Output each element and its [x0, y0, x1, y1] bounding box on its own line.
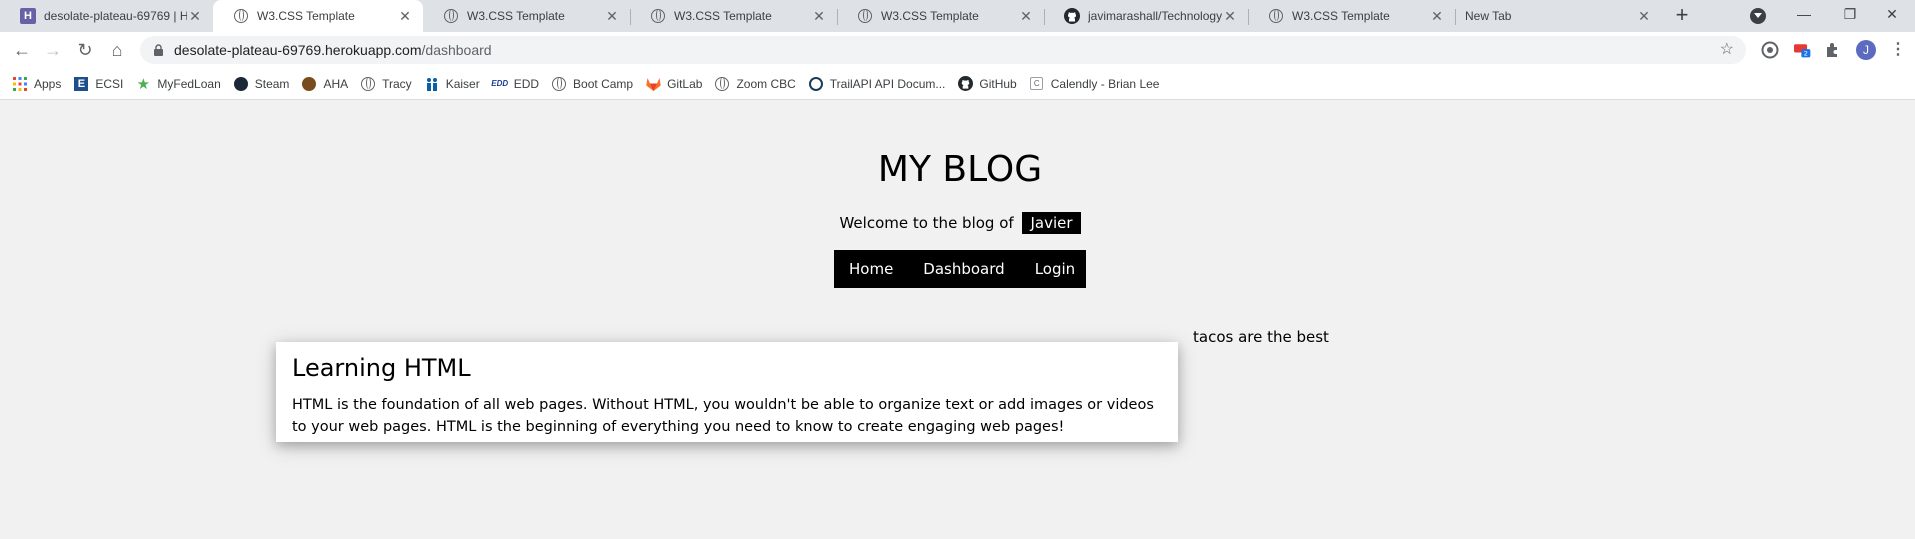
kaiser-icon [424, 76, 440, 92]
tab-title: desolate-plateau-69769 | H [44, 9, 187, 23]
globe-icon [714, 76, 730, 92]
bookmark-tracy[interactable]: Tracy [360, 76, 412, 92]
bookmark-github[interactable]: GitHub [957, 76, 1017, 92]
tab-search-button[interactable] [1750, 8, 1766, 24]
post-body: HTML is the foundation of all web pages.… [292, 397, 1154, 435]
site-nav: Home Dashboard Login [834, 250, 1086, 288]
tab-title: W3.CSS Template [1292, 9, 1390, 23]
globe-icon [443, 8, 459, 24]
tab-w3css[interactable]: W3.CSS Template ✕ [630, 0, 837, 32]
sidebar-note: tacos are the best [1193, 328, 1329, 346]
blog-post-card: Learning HTML HTML is the foundation of … [276, 342, 1178, 442]
bookmark-star-icon[interactable]: ☆ [1720, 36, 1734, 64]
close-icon[interactable]: ✕ [811, 8, 827, 24]
tab-w3css[interactable]: W3.CSS Template ✕ [423, 0, 630, 32]
nav-home[interactable]: Home [834, 250, 908, 288]
nav-login[interactable]: Login [1020, 250, 1090, 288]
bookmark-gitlab[interactable]: GitLab [645, 76, 702, 92]
welcome-line: Welcome to the blog of Javier [0, 212, 1915, 234]
tab-strip: H desolate-plateau-69769 | H ✕ W3.CSS Te… [0, 0, 1915, 32]
aha-icon [301, 76, 317, 92]
tab-title: javimarashall/Technology- [1088, 9, 1222, 23]
heroku-icon: H [20, 8, 36, 24]
globe-icon [1268, 8, 1284, 24]
lock-icon [154, 44, 163, 56]
tab-title: W3.CSS Template [674, 9, 772, 23]
bookmark-zoom-cbc[interactable]: Zoom CBC [714, 76, 796, 92]
bookmark-apps[interactable]: Apps [12, 76, 61, 92]
welcome-text: Welcome to the blog of [839, 214, 1014, 232]
tab-w3css[interactable]: W3.CSS Template ✕ [837, 0, 1044, 32]
tab-github[interactable]: javimarashall/Technology- ✕ [1044, 0, 1248, 32]
forward-button[interactable]: → [41, 38, 65, 62]
close-icon[interactable]: ✕ [1018, 8, 1034, 24]
extension-badge-icon[interactable]: 2 [1794, 41, 1812, 59]
nav-dashboard[interactable]: Dashboard [908, 250, 1019, 288]
tab-new-tab[interactable]: New Tab ✕ [1455, 0, 1662, 32]
page-content: MY BLOG Welcome to the blog of Javier Ho… [0, 101, 1915, 539]
globe-icon [233, 8, 249, 24]
svg-text:2: 2 [1804, 50, 1808, 58]
tab-title: W3.CSS Template [881, 9, 979, 23]
trailapi-icon [808, 76, 824, 92]
minimize-button[interactable]: — [1781, 0, 1827, 32]
close-icon[interactable]: ✕ [1636, 8, 1652, 24]
profile-avatar[interactable]: J [1856, 40, 1876, 60]
extension-icon[interactable] [1761, 41, 1779, 59]
globe-icon [650, 8, 666, 24]
github-icon [957, 76, 973, 92]
globe-icon [857, 8, 873, 24]
back-button[interactable]: ← [10, 38, 34, 62]
ecsi-icon: E [73, 76, 89, 92]
tab-title: W3.CSS Template [467, 9, 565, 23]
post-title: Learning HTML [292, 354, 471, 382]
home-button[interactable]: ⌂ [105, 38, 129, 62]
gitlab-icon [645, 76, 661, 92]
reload-button[interactable]: ↻ [73, 38, 97, 62]
tab-title: W3.CSS Template [257, 9, 355, 23]
calendly-icon: C [1029, 76, 1045, 92]
tab-w3css-active[interactable]: W3.CSS Template ✕ [213, 0, 423, 32]
window-close-button[interactable]: ✕ [1869, 0, 1915, 32]
globe-icon [360, 76, 376, 92]
bookmark-ecsi[interactable]: E ECSI [73, 76, 123, 92]
url-text: desolate-plateau-69769.herokuapp.com/das… [174, 42, 492, 58]
close-icon[interactable]: ✕ [604, 8, 620, 24]
new-tab-button[interactable]: + [1670, 4, 1694, 28]
bookmark-calendly[interactable]: C Calendly - Brian Lee [1029, 76, 1159, 92]
menu-dots-icon[interactable]: ⋮ [1890, 38, 1906, 62]
address-bar[interactable]: desolate-plateau-69769.herokuapp.com/das… [140, 36, 1746, 64]
bookmark-steam[interactable]: Steam [233, 76, 289, 92]
myfedloan-icon: ★ [136, 75, 151, 93]
bookmarks-bar: Apps E ECSI ★ MyFedLoan Steam AHA Tracy … [0, 68, 1915, 100]
puzzle-icon[interactable] [1824, 41, 1842, 59]
edd-icon: EDD [491, 79, 509, 88]
restore-button[interactable]: ❐ [1827, 0, 1873, 32]
tab-title: New Tab [1465, 9, 1512, 23]
bookmark-myfedloan[interactable]: ★ MyFedLoan [135, 75, 221, 93]
page-title: MY BLOG [877, 149, 1043, 190]
bookmark-aha[interactable]: AHA [301, 76, 348, 92]
close-icon[interactable]: ✕ [397, 8, 413, 24]
apps-grid-icon [12, 76, 28, 92]
bookmark-boot-camp[interactable]: Boot Camp [551, 76, 633, 92]
close-icon[interactable]: ✕ [187, 8, 203, 24]
bookmark-kaiser[interactable]: Kaiser [424, 76, 480, 92]
bookmark-trailapi[interactable]: TrailAPI API Docum... [808, 76, 945, 92]
close-icon[interactable]: ✕ [1222, 8, 1238, 24]
browser-toolbar: ← → ↻ ⌂ desolate-plateau-69769.herokuapp… [0, 32, 1915, 68]
tab-w3css[interactable]: W3.CSS Template ✕ [1248, 0, 1455, 32]
steam-icon [233, 76, 249, 92]
username-badge: Javier [1022, 212, 1081, 234]
bookmark-edd[interactable]: EDD EDD [491, 76, 539, 92]
globe-icon [551, 76, 567, 92]
tab-heroku[interactable]: H desolate-plateau-69769 | H ✕ [0, 0, 213, 32]
close-icon[interactable]: ✕ [1429, 8, 1445, 24]
github-icon [1064, 8, 1080, 24]
